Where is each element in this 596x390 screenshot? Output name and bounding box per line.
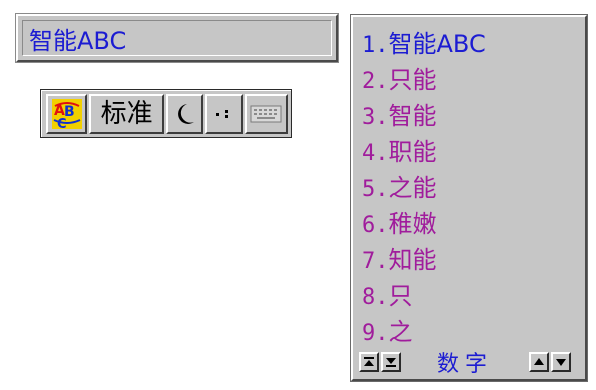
candidate-item-1[interactable]: 1.智能ABC xyxy=(362,26,486,62)
candidate-text: 职能 xyxy=(388,138,437,166)
candidate-item-7[interactable]: 7.知能 xyxy=(362,242,486,278)
candidate-number: 7. xyxy=(362,249,389,274)
first-page-icon xyxy=(364,357,374,366)
soft-keyboard-icon xyxy=(250,105,282,122)
candidate-window: 1.智能ABC 2.只能 3.智能 4.职能 5.之能 6.稚嫩 7.知能 8.… xyxy=(350,14,588,382)
candidate-text: 之 xyxy=(388,318,413,346)
candidate-item-5[interactable]: 5.之能 xyxy=(362,170,486,206)
full-half-width-toggle[interactable] xyxy=(165,93,204,134)
candidate-item-3[interactable]: 3.智能 xyxy=(362,98,486,134)
candidate-list: 1.智能ABC 2.只能 3.智能 4.职能 5.之能 6.稚嫩 7.知能 8.… xyxy=(362,26,486,350)
candidate-text: 只能 xyxy=(388,66,437,94)
candidate-number: 9. xyxy=(362,321,389,346)
candidate-mode-label: 数字 xyxy=(437,352,494,377)
candidate-number: 8. xyxy=(362,285,389,310)
punctuation-icon xyxy=(216,109,229,118)
input-mode-label: 标准 xyxy=(100,98,153,129)
candidate-item-6[interactable]: 6.稚嫩 xyxy=(362,206,486,242)
composition-window: 智能ABC xyxy=(15,13,339,63)
ime-switch-button[interactable]: A B C xyxy=(46,93,88,134)
first-page-button[interactable] xyxy=(359,352,379,372)
punctuation-toggle[interactable] xyxy=(205,93,243,134)
candidate-text: 之能 xyxy=(388,174,437,202)
candidate-number: 6. xyxy=(362,213,389,238)
composition-text: 智能ABC xyxy=(29,26,127,55)
page-down-button[interactable] xyxy=(551,352,572,372)
ime-status-bar: A B C 标准 xyxy=(40,89,292,138)
input-mode-button[interactable]: 标准 xyxy=(89,93,164,134)
candidate-text: 智能 xyxy=(388,102,437,130)
candidate-text: 智能ABC xyxy=(388,30,486,58)
soft-keyboard-button[interactable] xyxy=(244,93,288,134)
page-up-button[interactable] xyxy=(529,352,550,372)
candidate-number: 3. xyxy=(362,105,389,130)
candidate-text: 只 xyxy=(388,282,413,310)
page-up-icon xyxy=(534,358,545,365)
candidate-number: 4. xyxy=(362,141,389,166)
candidate-number: 5. xyxy=(362,177,389,202)
half-width-moon-icon xyxy=(177,103,194,124)
candidate-item-8[interactable]: 8.只 xyxy=(362,278,486,314)
candidate-number: 2. xyxy=(362,69,389,94)
candidate-text: 知能 xyxy=(388,246,437,274)
candidate-footer: 数字 xyxy=(359,349,579,377)
candidate-item-4[interactable]: 4.职能 xyxy=(362,134,486,170)
ime-logo-icon: A B C xyxy=(51,98,82,130)
candidate-item-2[interactable]: 2.只能 xyxy=(362,62,486,98)
page-down-icon xyxy=(556,359,567,366)
candidate-text: 稚嫩 xyxy=(388,210,437,238)
last-page-button[interactable] xyxy=(381,352,401,372)
candidate-item-9[interactable]: 9.之 xyxy=(362,314,486,350)
candidate-number: 1. xyxy=(362,33,389,58)
last-page-icon xyxy=(386,358,396,367)
composition-field: 智能ABC xyxy=(22,20,332,56)
